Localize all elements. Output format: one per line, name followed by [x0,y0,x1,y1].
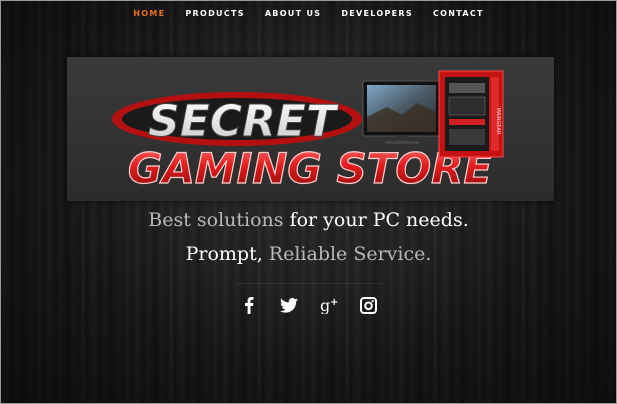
tagline-2-start: Prompt, [185,243,263,265]
nav-contact[interactable]: CONTACT [433,9,484,18]
social-links: g + [0,295,617,315]
tagline-2-highlight: Reliable Service. [262,243,432,265]
tagline-line-1: Best solutions for your PC needs. [0,209,617,231]
tower-brand-text: MAINGEAR [495,108,501,135]
nav-about-us[interactable]: ABOUT US [265,9,322,18]
monitor-image [362,80,441,144]
logo-graphic: SECRET GAMING STORE MAINGEAR [112,70,504,194]
logo-text-secret: SECRET [148,96,339,147]
facebook-icon[interactable] [239,295,259,315]
google-plus-icon[interactable]: g + [319,295,339,315]
nav-developers[interactable]: DEVELOPERS [341,9,413,18]
tagline-1-rest: for your PC needs. [283,209,469,231]
section-divider [236,283,382,284]
nav-home[interactable]: HOME [133,9,165,18]
twitter-icon[interactable] [279,295,299,315]
svg-text:g: g [320,296,330,314]
svg-text:+: + [330,297,338,308]
tagline-line-2: Prompt, Reliable Service. [0,243,617,265]
instagram-icon[interactable] [359,295,379,315]
pc-tower-image: MAINGEAR [438,70,504,158]
page: HOME PRODUCTS ABOUT US DEVELOPERS CONTAC… [0,0,617,404]
logo-banner: SECRET GAMING STORE MAINGEAR [67,57,554,201]
nav-products[interactable]: PRODUCTS [185,9,244,18]
logo-text-gaming-store: GAMING STORE [128,144,493,193]
tagline-1-highlight: Best solutions [148,209,284,231]
main-nav: HOME PRODUCTS ABOUT US DEVELOPERS CONTAC… [0,9,617,18]
